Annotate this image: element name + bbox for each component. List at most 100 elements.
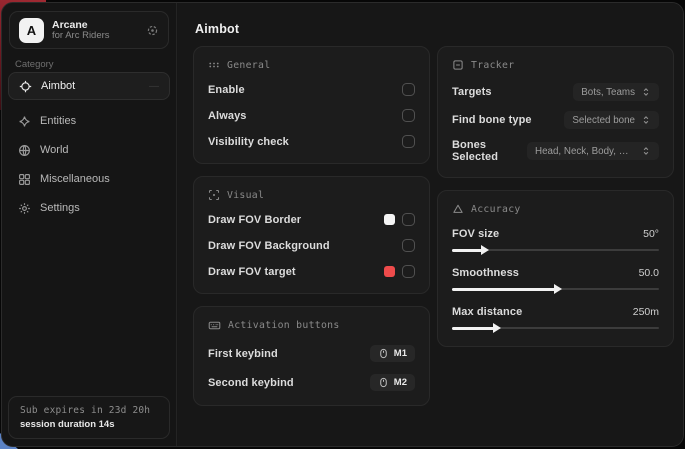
- find-bone-type-dropdown[interactable]: Selected bone: [564, 111, 659, 129]
- fov-target-color-swatch[interactable]: [384, 266, 395, 277]
- sidebar-nav: Aimbot — Entities World: [8, 72, 170, 223]
- sidebar-item-world[interactable]: World: [8, 136, 170, 164]
- always-checkbox[interactable]: [402, 109, 415, 122]
- setting-label: First keybind: [208, 348, 278, 360]
- card-title: Tracker: [471, 60, 514, 71]
- setting-row: First keybind M1: [208, 345, 415, 362]
- max-distance-value: 250m: [633, 306, 659, 318]
- dropdown-value: Bots, Teams: [581, 87, 635, 98]
- setting-label: Max distance: [452, 306, 522, 318]
- triangle-icon: [452, 203, 464, 215]
- status-ring-icon[interactable]: [146, 24, 159, 37]
- slider-fill: [452, 288, 556, 291]
- general-card: General Enable Always Visibility check: [193, 46, 430, 164]
- card-title: Visual: [227, 190, 264, 201]
- card-title: Activation buttons: [228, 320, 340, 331]
- setting-row: Bones Selected Head, Neck, Body, Pe..: [452, 139, 659, 163]
- setting-label: Second keybind: [208, 377, 294, 389]
- setting-row: Second keybind M2: [208, 374, 415, 391]
- setting-row: Draw FOV target: [208, 264, 415, 279]
- card-title: General: [227, 60, 270, 71]
- slider-thumb[interactable]: [481, 245, 489, 255]
- sidebar-item-hint: —: [149, 81, 159, 92]
- fov-target-checkbox[interactable]: [402, 265, 415, 278]
- smoothness-value: 50.0: [639, 267, 659, 279]
- sidebar-item-label: World: [40, 144, 69, 156]
- fov-size-slider[interactable]: [452, 246, 659, 254]
- dropdown-value: Selected bone: [572, 115, 635, 126]
- setting-label: Targets: [452, 86, 492, 98]
- mouse-icon: [378, 348, 389, 359]
- fov-size-value: 50°: [643, 228, 659, 240]
- max-distance-slider[interactable]: [452, 324, 659, 332]
- setting-row: Targets Bots, Teams: [452, 83, 659, 101]
- dropdown-value: Head, Neck, Body, Pe..: [535, 146, 635, 157]
- setting-row: Smoothness 50.0: [452, 267, 659, 279]
- accuracy-card: Accuracy FOV size 50° Smoothness 50.0: [437, 190, 674, 347]
- app-subtitle: for Arc Riders: [52, 31, 138, 42]
- slider-fill: [452, 327, 495, 330]
- sidebar-item-settings[interactable]: Settings: [8, 194, 170, 222]
- brand-text: Arcane for Arc Riders: [52, 19, 138, 42]
- setting-label: Draw FOV Background: [208, 240, 330, 252]
- enable-checkbox[interactable]: [402, 83, 415, 96]
- setting-label: FOV size: [452, 228, 499, 240]
- general-card-header: General: [208, 59, 415, 71]
- fov-border-color-swatch[interactable]: [384, 214, 395, 225]
- setting-row: Always: [208, 108, 415, 123]
- mouse-icon: [378, 377, 389, 388]
- setting-label: Always: [208, 110, 247, 122]
- accuracy-card-header: Accuracy: [452, 203, 659, 215]
- targets-dropdown[interactable]: Bots, Teams: [573, 83, 659, 101]
- app-title: Arcane: [52, 19, 138, 31]
- sidebar-item-label: Miscellaneous: [40, 173, 110, 185]
- sidebar-item-label: Aimbot: [41, 80, 75, 92]
- crosshair-icon: [19, 80, 32, 93]
- sparkle-icon: [18, 115, 31, 128]
- keyboard-icon: [208, 319, 221, 332]
- session-duration-text: session duration 14s: [20, 419, 158, 430]
- card-title: Accuracy: [471, 204, 521, 215]
- fov-border-checkbox[interactable]: [402, 213, 415, 226]
- first-keybind-button[interactable]: M1: [370, 345, 415, 362]
- sidebar-item-entities[interactable]: Entities: [8, 107, 170, 135]
- activation-card: Activation buttons First keybind M1 S: [193, 306, 430, 406]
- slider-thumb[interactable]: [554, 284, 562, 294]
- slider-thumb[interactable]: [493, 323, 501, 333]
- smoothness-slider[interactable]: [452, 285, 659, 293]
- fov-background-checkbox[interactable]: [402, 239, 415, 252]
- setting-label: Bones Selected: [452, 139, 527, 163]
- sub-expiry-text: Sub expires in 23d 20h: [20, 405, 158, 416]
- right-column: Tracker Targets Bots, Teams Find bone: [437, 46, 674, 359]
- page-title: Aimbot: [195, 22, 239, 36]
- globe-icon: [18, 144, 31, 157]
- chevrons-up-down-icon: [641, 87, 651, 97]
- visibility-check-checkbox[interactable]: [402, 135, 415, 148]
- activation-card-header: Activation buttons: [208, 319, 415, 332]
- sidebar-item-miscellaneous[interactable]: Miscellaneous: [8, 165, 170, 193]
- sidebar-item-aimbot[interactable]: Aimbot —: [8, 72, 170, 100]
- visual-card-header: Visual: [208, 189, 415, 201]
- setting-row: FOV size 50°: [452, 228, 659, 240]
- tracker-card: Tracker Targets Bots, Teams Find bone: [437, 46, 674, 178]
- sidebar-item-label: Entities: [40, 115, 76, 127]
- app-window: A Arcane for Arc Riders Category Aimbot: [1, 2, 684, 447]
- tracker-card-header: Tracker: [452, 59, 659, 71]
- setting-label: Draw FOV Border: [208, 214, 301, 226]
- grid-icon: [18, 173, 31, 186]
- setting-row: Enable: [208, 82, 415, 97]
- category-label: Category: [15, 59, 54, 70]
- sidebar-item-label: Settings: [40, 202, 80, 214]
- gear-icon: [18, 202, 31, 215]
- second-keybind-button[interactable]: M2: [370, 374, 415, 391]
- app-logo: A: [19, 18, 44, 43]
- setting-row: Draw FOV Border: [208, 212, 415, 227]
- dots-grid-icon: [208, 59, 220, 71]
- scan-icon: [452, 59, 464, 71]
- focus-icon: [208, 189, 220, 201]
- setting-label: Enable: [208, 84, 245, 96]
- bones-selected-dropdown[interactable]: Head, Neck, Body, Pe..: [527, 142, 659, 160]
- brand-header: A Arcane for Arc Riders: [9, 11, 169, 49]
- setting-row: Draw FOV Background: [208, 238, 415, 253]
- slider-fill: [452, 249, 483, 252]
